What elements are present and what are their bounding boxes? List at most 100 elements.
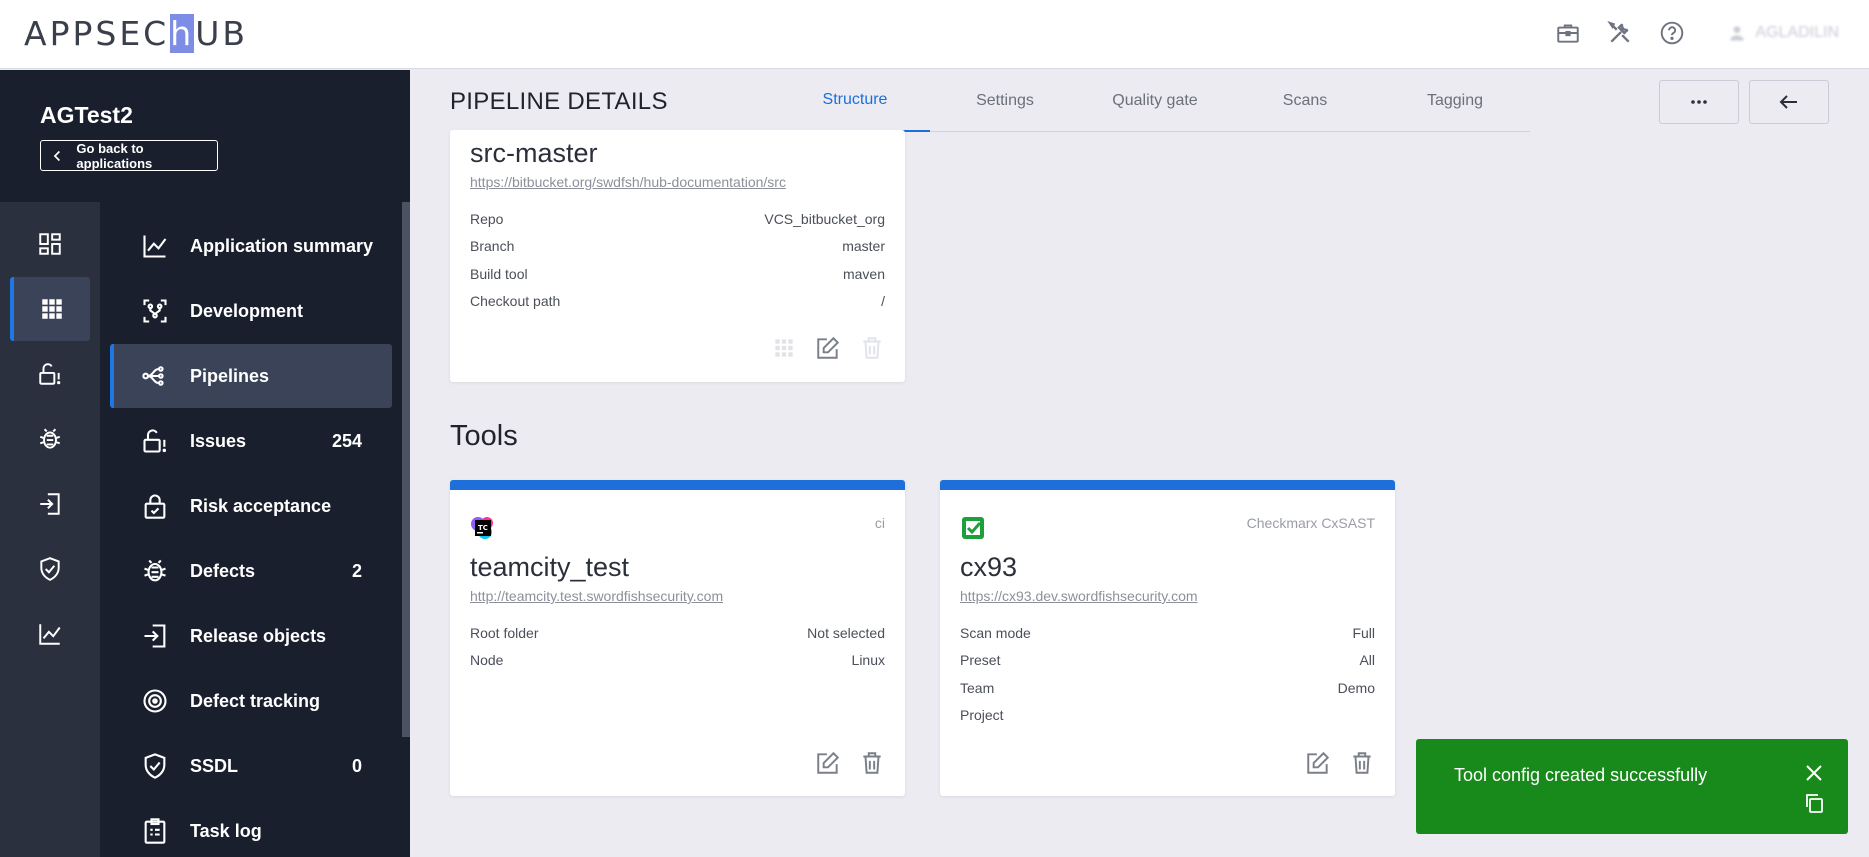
tool-type: ci xyxy=(874,515,885,531)
defects-count: 2 xyxy=(351,560,362,581)
field-label: Project xyxy=(960,707,1004,723)
rail-issues[interactable] xyxy=(10,342,90,406)
unlock-alert-icon xyxy=(140,426,170,456)
tool-field-scan-mode: Scan mode Full xyxy=(960,625,1375,645)
sidebar-item-pipelines[interactable]: Pipelines xyxy=(110,344,392,408)
tools-section-title: Tools xyxy=(450,420,518,452)
source-card-actions xyxy=(771,335,885,361)
branch-scan-icon xyxy=(140,296,170,326)
ssdl-count: 0 xyxy=(351,755,362,776)
rail-ssdl[interactable] xyxy=(10,537,90,601)
arrow-left-icon xyxy=(1779,95,1797,109)
delete-icon[interactable] xyxy=(1349,750,1375,776)
application-name: AGTest2 xyxy=(40,102,133,128)
bug-icon xyxy=(39,428,61,449)
tools-icon[interactable] xyxy=(1605,18,1635,48)
sidebar-item-defects[interactable]: Defects 2 xyxy=(110,539,392,603)
tool-card-url-link[interactable]: https://cx93.dev.swordfishsecurity.com xyxy=(960,588,1198,604)
sidebar-item-ssdl[interactable]: SSDL 0 xyxy=(110,734,392,798)
edit-icon[interactable] xyxy=(815,750,841,776)
toast-message: Tool config created successfully xyxy=(1454,765,1708,785)
sidebar-item-label: Risk acceptance xyxy=(190,495,332,516)
source-card: src-master https://bitbucket.org/swdfsh/… xyxy=(450,130,905,382)
field-value: Not selected xyxy=(807,625,885,641)
icon-rail xyxy=(0,202,100,857)
tool-field-team: Team Demo xyxy=(960,680,1375,700)
user-icon xyxy=(1730,26,1745,41)
back-button[interactable] xyxy=(1749,80,1829,124)
sign-in-icon xyxy=(40,493,60,515)
source-card-title: src-master xyxy=(470,138,598,168)
tab-settings[interactable]: Settings xyxy=(930,70,1080,132)
tool-type: Checkmarx CxSAST xyxy=(1246,515,1375,531)
appsechub-logo[interactable]: APPSEChUB xyxy=(24,14,248,53)
logo-text-part-2: UB xyxy=(195,14,249,53)
toolbox-icon[interactable] xyxy=(1553,18,1583,48)
unlock-alert-icon xyxy=(39,363,61,385)
field-label: Root folder xyxy=(470,625,539,641)
pipeline-icon xyxy=(140,361,170,391)
top-bar: APPSEChUB AGLADILIN xyxy=(0,0,1869,69)
delete-icon[interactable] xyxy=(859,750,885,776)
tab-tagging[interactable]: Tagging xyxy=(1380,70,1530,132)
field-label: Scan mode xyxy=(960,625,1031,641)
copy-icon[interactable] xyxy=(1802,791,1826,815)
source-field-build-tool: Build tool maven xyxy=(470,266,885,286)
sidebar-item-label: Release objects xyxy=(190,625,327,646)
rail-defects[interactable] xyxy=(10,407,90,471)
field-label: Repo xyxy=(470,211,504,227)
back-to-applications-button[interactable]: Go back to applications xyxy=(40,140,218,171)
sidebar-item-label: Defects xyxy=(190,560,256,581)
rail-dashboard[interactable] xyxy=(10,212,90,276)
dashboard-icon xyxy=(39,233,61,255)
tool-card-teamcity: TC ci teamcity_test http://teamcity.test… xyxy=(450,480,905,796)
sidebar-item-label: Defect tracking xyxy=(190,690,321,711)
delete-icon[interactable] xyxy=(859,335,885,361)
tab-bar: Structure Settings Quality gate Scans Ta… xyxy=(780,70,1530,132)
tool-card-url-link[interactable]: http://teamcity.test.swordfishsecurity.c… xyxy=(470,588,723,604)
field-label: Node xyxy=(470,652,504,668)
success-toast: Tool config created successfully xyxy=(1416,739,1848,834)
sidebar-item-release-objects[interactable]: Release objects xyxy=(110,604,392,668)
sidebar-item-application-summary[interactable]: Application summary xyxy=(110,214,392,278)
sidebar-item-task-log[interactable]: Task log xyxy=(110,799,392,857)
grid-icon[interactable] xyxy=(771,335,797,361)
field-value: All xyxy=(1359,652,1375,668)
tool-card-title: cx93 xyxy=(960,552,1018,582)
sidebar-scrollbar[interactable] xyxy=(402,202,410,737)
sidebar-item-label: Application summary xyxy=(190,235,374,256)
tab-quality-gate[interactable]: Quality gate xyxy=(1080,70,1230,132)
tool-field-root-folder: Root folder Not selected xyxy=(470,625,885,645)
help-icon[interactable] xyxy=(1657,18,1687,48)
field-value: Full xyxy=(1352,625,1375,641)
sidebar-item-label: Pipelines xyxy=(190,365,270,386)
more-options-button[interactable] xyxy=(1659,80,1739,124)
rail-analytics[interactable] xyxy=(10,602,90,666)
rail-release[interactable] xyxy=(10,472,90,536)
sidebar-header: AGTest2 Go back to applications xyxy=(0,70,410,202)
sidebar-nav: Application summary Development Pipeline… xyxy=(100,202,410,857)
source-field-checkout-path: Checkout path / xyxy=(470,293,885,313)
sidebar-item-development[interactable]: Development xyxy=(110,279,392,343)
page-title: PIPELINE DETAILS xyxy=(450,88,668,115)
rail-applications[interactable] xyxy=(10,277,90,341)
page-header: PIPELINE DETAILS Structure Settings Qual… xyxy=(410,70,1869,132)
close-icon[interactable] xyxy=(1802,761,1826,785)
tab-scans[interactable]: Scans xyxy=(1230,70,1380,132)
field-value: VCS_bitbucket_org xyxy=(764,211,885,227)
bug-icon xyxy=(140,556,170,586)
sidebar-item-defect-tracking[interactable]: Defect tracking xyxy=(110,669,392,733)
edit-icon[interactable] xyxy=(815,335,841,361)
field-value: master xyxy=(842,238,885,254)
checkmarx-logo-icon xyxy=(960,515,986,541)
field-label: Build tool xyxy=(470,266,528,282)
sidebar-item-issues[interactable]: Issues 254 xyxy=(110,409,392,473)
tab-structure[interactable]: Structure xyxy=(780,70,930,132)
sidebar-item-risk-acceptance[interactable]: Risk acceptance xyxy=(110,474,392,538)
tool-field-project: Project xyxy=(960,707,1375,727)
user-menu[interactable]: AGLADILIN xyxy=(1727,23,1839,43)
source-card-url-link[interactable]: https://bitbucket.org/swdfsh/hub-documen… xyxy=(470,174,786,190)
teamcity-logo-icon: TC xyxy=(470,515,496,541)
edit-icon[interactable] xyxy=(1305,750,1331,776)
tool-card-actions xyxy=(1305,750,1375,776)
